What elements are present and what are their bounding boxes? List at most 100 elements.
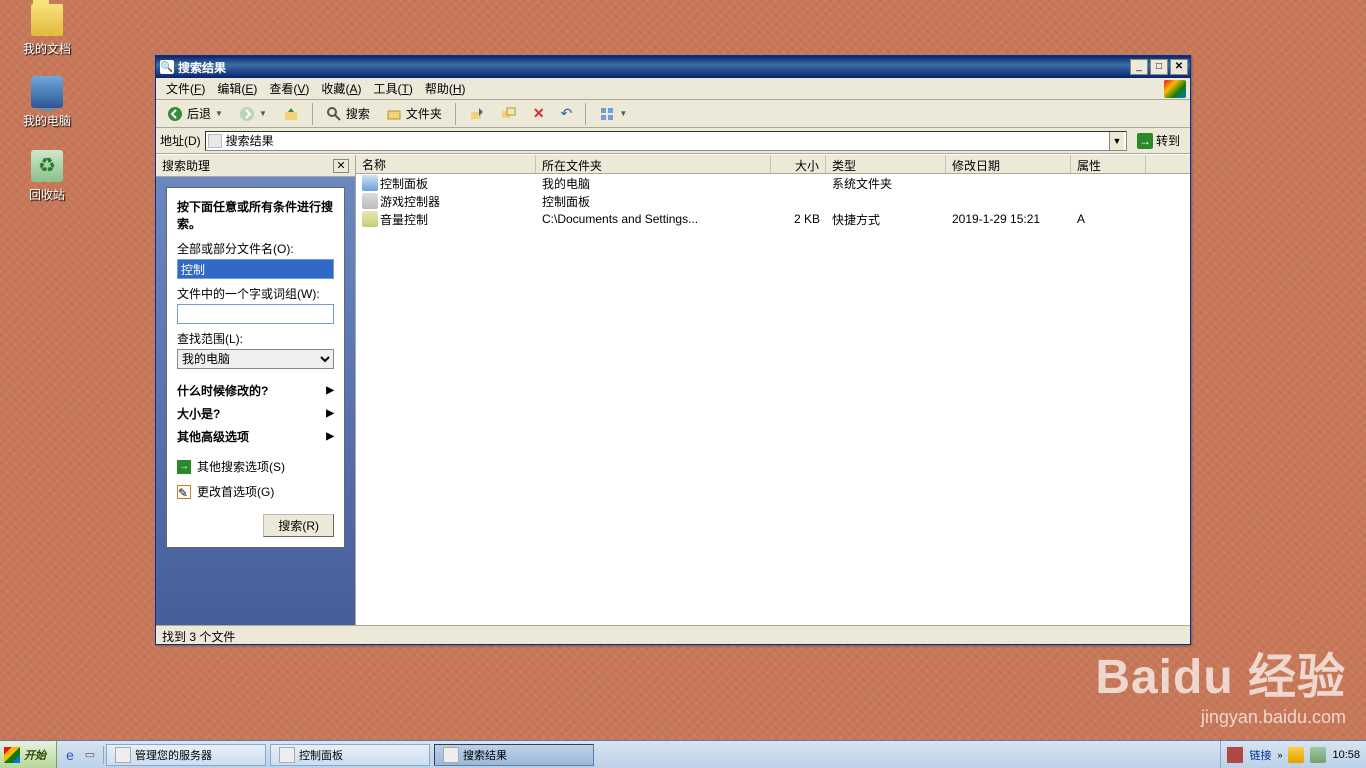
views-button[interactable]: ▼ bbox=[592, 103, 634, 125]
cell-type: 系统文件夹 bbox=[826, 175, 946, 192]
undo-button[interactable]: ↶ bbox=[554, 102, 580, 125]
taskbar-app-icon bbox=[279, 747, 295, 763]
address-input[interactable] bbox=[226, 134, 1109, 148]
desktop-icon-recycle[interactable]: 回收站 bbox=[10, 150, 84, 203]
cell-folder: 控制面板 bbox=[536, 193, 771, 210]
window-icon: 🔍 bbox=[160, 60, 174, 74]
separator bbox=[585, 103, 586, 125]
file-icon bbox=[362, 193, 378, 209]
taskbar-button[interactable]: 搜索结果 bbox=[434, 744, 594, 766]
search-icon bbox=[326, 106, 342, 122]
col-attr[interactable]: 属性 bbox=[1071, 155, 1146, 173]
go-icon: → bbox=[1137, 133, 1153, 149]
chevron-down-icon: ▼ bbox=[215, 109, 223, 118]
copy-to-icon bbox=[501, 106, 517, 122]
folders-button[interactable]: 文件夹 bbox=[379, 102, 449, 125]
table-row[interactable]: 控制面板我的电脑系统文件夹 bbox=[356, 174, 1190, 192]
views-icon bbox=[599, 106, 615, 122]
cell-name: 游戏控制器 bbox=[380, 193, 440, 210]
file-icon bbox=[362, 175, 378, 191]
close-button[interactable]: ✕ bbox=[1170, 59, 1188, 75]
tray-network-icon[interactable] bbox=[1310, 747, 1326, 763]
delete-button[interactable]: ✕ bbox=[526, 102, 552, 125]
arrow-icon: → bbox=[177, 460, 191, 474]
minimize-button[interactable]: _ bbox=[1130, 59, 1148, 75]
filename-input[interactable] bbox=[177, 259, 334, 279]
copy-to-button[interactable] bbox=[494, 103, 524, 125]
tray-clock[interactable]: 10:58 bbox=[1332, 749, 1360, 761]
sidebar-close-button[interactable]: ✕ bbox=[333, 159, 349, 173]
chevron-right-icon: ▶ bbox=[326, 385, 334, 396]
ql-desktop[interactable]: ▭ bbox=[81, 746, 99, 764]
taskbar-label: 搜索结果 bbox=[463, 747, 507, 763]
maximize-button[interactable]: □ bbox=[1150, 59, 1168, 75]
menu-view[interactable]: 查看(V) bbox=[263, 78, 315, 99]
chevron-down-icon: ▼ bbox=[619, 109, 627, 118]
col-name[interactable]: 名称 bbox=[356, 155, 536, 173]
cell-attr: A bbox=[1071, 212, 1146, 226]
forward-button[interactable]: ▼ bbox=[232, 103, 274, 125]
icon-label: 我的文档 bbox=[10, 40, 84, 57]
menu-favorites[interactable]: 收藏(A) bbox=[315, 78, 367, 99]
table-row[interactable]: 游戏控制器 控制面板 bbox=[356, 192, 1190, 210]
start-button[interactable]: 开始 bbox=[0, 741, 57, 768]
desktop-icon: ▭ bbox=[85, 748, 95, 761]
tray-chevron-icon[interactable]: » bbox=[1277, 750, 1282, 760]
col-type[interactable]: 类型 bbox=[826, 155, 946, 173]
col-date[interactable]: 修改日期 bbox=[946, 155, 1071, 173]
move-to-button[interactable] bbox=[462, 103, 492, 125]
address-dropdown[interactable]: ▼ bbox=[1109, 132, 1124, 150]
cell-size: 2 KB bbox=[771, 212, 826, 226]
search-submit-button[interactable]: 搜索(R) bbox=[263, 514, 334, 537]
col-size[interactable]: 大小 bbox=[771, 155, 826, 173]
menu-file[interactable]: 文件(F) bbox=[160, 78, 211, 99]
ie-icon: e bbox=[66, 747, 74, 763]
search-sidebar: 搜索助理 ✕ 按下面任意或所有条件进行搜索。 全部或部分文件名(O): 文件中的… bbox=[156, 155, 356, 625]
up-button[interactable] bbox=[276, 103, 306, 125]
folder-icon bbox=[31, 4, 63, 36]
results-list: 名称 所在文件夹 大小 类型 修改日期 属性 控制面板我的电脑系统文件夹游戏控制… bbox=[356, 155, 1190, 625]
delete-icon: ✕ bbox=[533, 105, 545, 122]
taskbar-button[interactable]: 控制面板 bbox=[270, 744, 430, 766]
column-headers: 名称 所在文件夹 大小 类型 修改日期 属性 bbox=[356, 155, 1190, 174]
quick-launch: e ▭ bbox=[57, 746, 104, 764]
tray-links[interactable]: 链接 bbox=[1249, 747, 1271, 763]
lookin-label: 查找范围(L): bbox=[177, 330, 334, 347]
windows-flag-icon bbox=[4, 747, 20, 763]
address-label: 地址(D) bbox=[160, 132, 201, 149]
col-folder[interactable]: 所在文件夹 bbox=[536, 155, 771, 173]
desktop-icon-computer[interactable]: 我的电脑 bbox=[10, 76, 84, 129]
desktop-icon-documents[interactable]: 我的文档 bbox=[10, 4, 84, 57]
sidebar-header: 搜索助理 ✕ bbox=[156, 155, 355, 177]
phrase-input[interactable] bbox=[177, 304, 334, 324]
search-button[interactable]: 搜索 bbox=[319, 102, 377, 125]
menu-help[interactable]: 帮助(H) bbox=[419, 78, 472, 99]
expander-advanced[interactable]: 其他高级选项▶ bbox=[177, 425, 334, 448]
go-button[interactable]: → 转到 bbox=[1131, 131, 1186, 150]
sidebar-title: 搜索助理 bbox=[162, 157, 210, 174]
taskbar-label: 管理您的服务器 bbox=[135, 747, 212, 763]
other-search-options[interactable]: → 其他搜索选项(S) bbox=[177, 454, 334, 479]
lookin-select[interactable]: 我的电脑 bbox=[177, 349, 334, 369]
move-to-icon bbox=[469, 106, 485, 122]
expander-modified[interactable]: 什么时候修改的?▶ bbox=[177, 379, 334, 402]
ql-ie[interactable]: e bbox=[61, 746, 79, 764]
cell-folder: 我的电脑 bbox=[536, 175, 771, 192]
tray-shield-icon[interactable] bbox=[1288, 747, 1304, 763]
table-row[interactable]: 音量控制C:\Documents and Settings...2 KB快捷方式… bbox=[356, 210, 1190, 228]
statusbar: 找到 3 个文件 bbox=[156, 625, 1190, 644]
back-button[interactable]: 后退 ▼ bbox=[160, 102, 230, 125]
change-preferences[interactable]: ✎ 更改首选项(G) bbox=[177, 479, 334, 504]
address-combo[interactable]: ▼ bbox=[205, 131, 1127, 151]
cell-date: 2019-1-29 15:21 bbox=[946, 212, 1071, 226]
toolbar: 后退 ▼ ▼ 搜索 文件夹 ✕ ↶ ▼ bbox=[156, 100, 1190, 128]
taskbar-app-icon bbox=[115, 747, 131, 763]
results-body[interactable]: 控制面板我的电脑 系统文件夹游戏控制器 控制面板音量控制C:\Documents a… bbox=[356, 174, 1190, 625]
tray-ime-icon[interactable] bbox=[1227, 747, 1243, 763]
undo-icon: ↶ bbox=[561, 105, 573, 122]
menu-edit[interactable]: 编辑(E) bbox=[211, 78, 263, 99]
titlebar[interactable]: 🔍 搜索结果 _ □ ✕ bbox=[156, 56, 1190, 78]
menu-tools[interactable]: 工具(T) bbox=[367, 78, 418, 99]
expander-size[interactable]: 大小是?▶ bbox=[177, 402, 334, 425]
taskbar-button[interactable]: 管理您的服务器 bbox=[106, 744, 266, 766]
